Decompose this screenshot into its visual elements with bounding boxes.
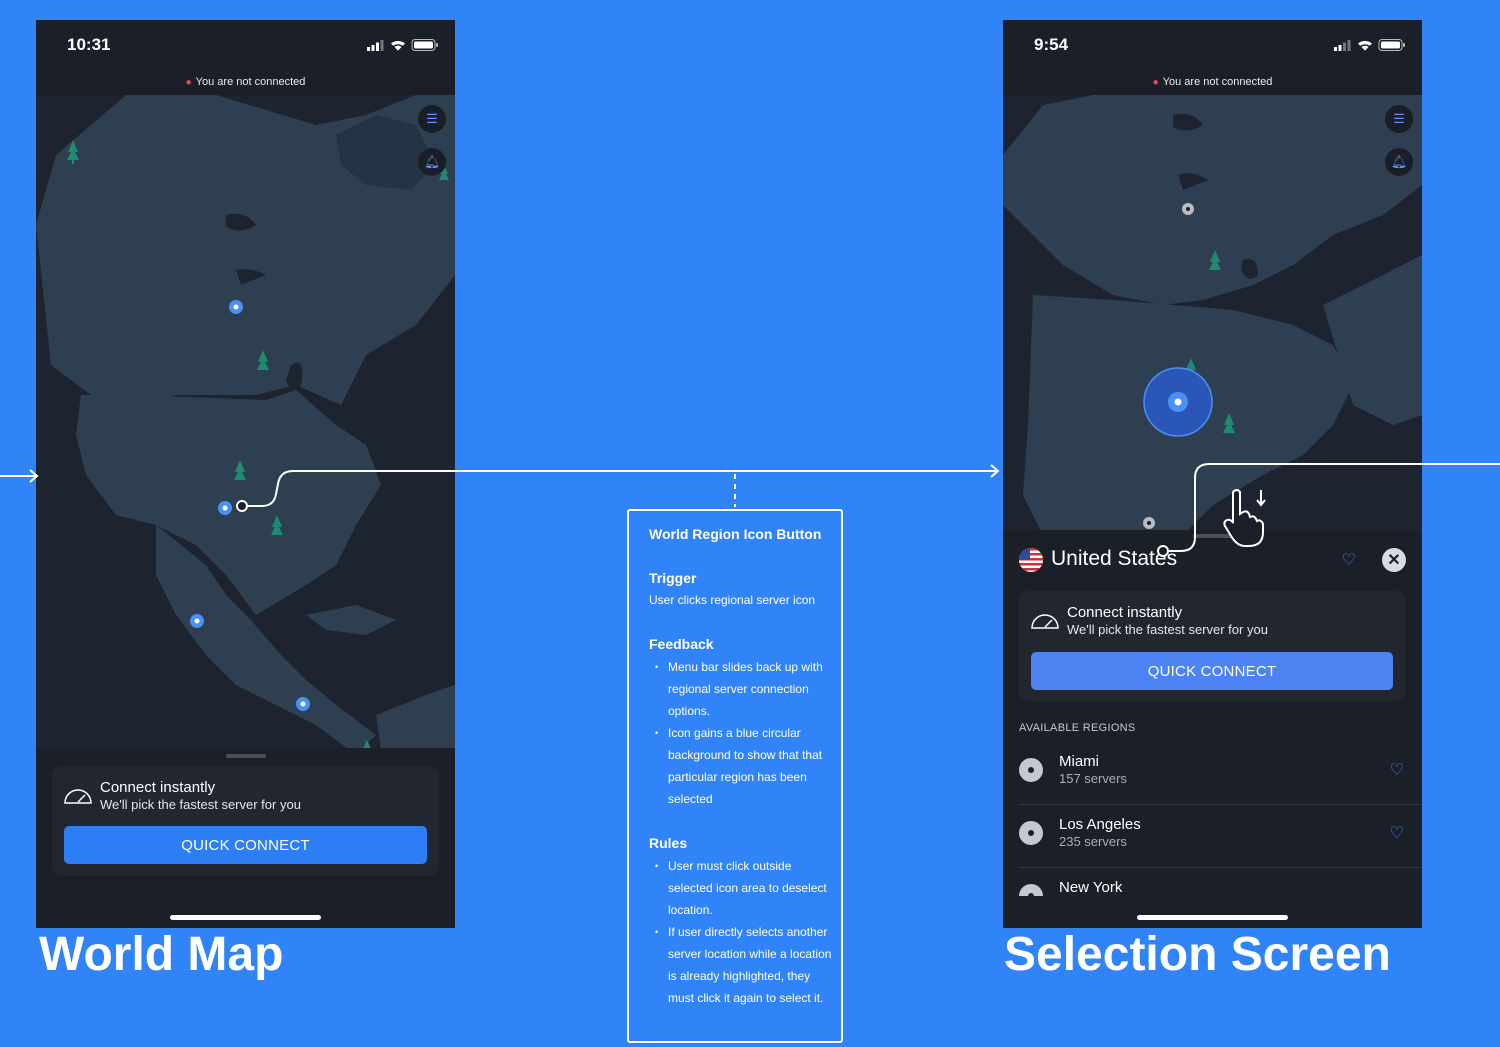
- connect-card: Connect instantly We'll pick the fastest…: [1019, 591, 1406, 701]
- favorite-heart-icon[interactable]: ♡: [1342, 550, 1356, 570]
- region-servers: 235 servers: [1059, 834, 1127, 849]
- country-name: United States: [1051, 547, 1178, 570]
- status-icons: [1334, 39, 1405, 51]
- country-header: United States ♡ ✕: [1003, 530, 1422, 590]
- selection-screen: 9:54 ● You are not connected ☰ 🔔︎ United…: [1003, 20, 1422, 928]
- location-pin-icon: [1019, 884, 1043, 896]
- speedometer-icon: [64, 789, 92, 804]
- region-name: Miami: [1059, 753, 1099, 770]
- home-indicator: [1137, 915, 1288, 920]
- connection-status: ● You are not connected: [1003, 76, 1422, 88]
- connection-status-text: You are not connected: [1162, 76, 1273, 88]
- map-graphic: [1003, 95, 1422, 535]
- trigger-text: User clicks regional server icon: [649, 593, 816, 607]
- world-map-label: World Map: [39, 928, 284, 981]
- notification-bell-icon[interactable]: 🔔︎: [1385, 148, 1413, 176]
- status-dot: ●: [185, 77, 192, 88]
- us-flag-icon: [1019, 548, 1043, 572]
- status-time: 9:54: [1034, 35, 1069, 54]
- region-row-los-angeles[interactable]: Los Angeles 235 servers ♡: [1019, 805, 1422, 868]
- rules-item: User must click outside selected icon ar…: [649, 855, 834, 921]
- wifi-icon: [1358, 40, 1372, 51]
- region-servers: 157 servers: [1059, 771, 1127, 786]
- battery-icon: [411, 39, 438, 51]
- feedback-item: Menu bar slides back up with regional se…: [649, 656, 834, 722]
- quick-connect-button[interactable]: QUICK CONNECT: [1031, 652, 1393, 690]
- feedback-heading: Feedback: [649, 636, 714, 652]
- incoming-arrow: [0, 469, 39, 483]
- selection-screen-label: Selection Screen: [1004, 928, 1391, 981]
- location-pin-icon: [1019, 758, 1043, 782]
- location-pin-icon: [1019, 821, 1043, 845]
- rules-item: If user directly selects another server …: [649, 921, 834, 1009]
- trigger-heading: Trigger: [649, 570, 697, 586]
- world-map[interactable]: ☰ 🔔︎: [36, 95, 455, 785]
- wifi-icon: [391, 40, 405, 51]
- connect-subtitle: We'll pick the fastest server for you: [100, 797, 301, 812]
- rules-list: User must click outside selected icon ar…: [649, 855, 834, 1009]
- region-name: New York: [1059, 879, 1123, 896]
- available-regions-label: AVAILABLE REGIONS: [1019, 722, 1136, 734]
- connect-card: Connect instantly We'll pick the fastest…: [52, 766, 439, 876]
- quick-connect-button[interactable]: QUICK CONNECT: [64, 826, 427, 864]
- cellular-signal-icon: [367, 40, 384, 51]
- bottom-sheet: Connect instantly We'll pick the fastest…: [36, 748, 455, 928]
- speedometer-icon: [1031, 614, 1059, 629]
- connect-title: Connect instantly: [1067, 604, 1183, 621]
- notification-bell-icon[interactable]: 🔔︎: [418, 148, 446, 176]
- settings-sliders-icon[interactable]: ☰: [1385, 105, 1413, 133]
- close-icon[interactable]: ✕: [1382, 548, 1406, 572]
- region-row-miami[interactable]: Miami 157 servers ♡: [1019, 742, 1422, 805]
- region-name: Los Angeles: [1059, 816, 1141, 833]
- note-title: World Region Icon Button: [649, 526, 822, 542]
- home-indicator: [170, 915, 321, 920]
- interaction-note: World Region Icon Button Trigger User cl…: [627, 509, 843, 1043]
- selected-region-pin-icon: [1143, 367, 1213, 437]
- map-graphic: [36, 95, 455, 785]
- battery-icon: [1378, 39, 1405, 51]
- status-icons: [367, 39, 438, 51]
- cellular-signal-icon: [1334, 40, 1351, 51]
- settings-sliders-icon[interactable]: ☰: [418, 105, 446, 133]
- world-map[interactable]: ☰ 🔔︎: [1003, 95, 1422, 535]
- bottom-sheet: United States ♡ ✕ Connect instantly We'l…: [1003, 530, 1422, 928]
- world-map-screen: 10:31 ● You are not connected ☰ 🔔︎ Conne…: [36, 20, 455, 928]
- connection-status: ● You are not connected: [36, 76, 455, 88]
- favorite-heart-icon[interactable]: ♡: [1390, 823, 1404, 843]
- connection-status-text: You are not connected: [195, 76, 306, 88]
- status-dot: ●: [1152, 77, 1159, 88]
- rules-heading: Rules: [649, 835, 688, 851]
- feedback-list: Menu bar slides back up with regional se…: [649, 656, 834, 810]
- status-time: 10:31: [67, 35, 111, 54]
- connect-subtitle: We'll pick the fastest server for you: [1067, 622, 1268, 637]
- connect-title: Connect instantly: [100, 779, 216, 796]
- region-row-new-york[interactable]: New York: [1019, 868, 1422, 896]
- sheet-grabber[interactable]: [226, 754, 266, 758]
- favorite-heart-icon[interactable]: ♡: [1390, 760, 1404, 780]
- feedback-item: Icon gains a blue circular background to…: [649, 722, 834, 810]
